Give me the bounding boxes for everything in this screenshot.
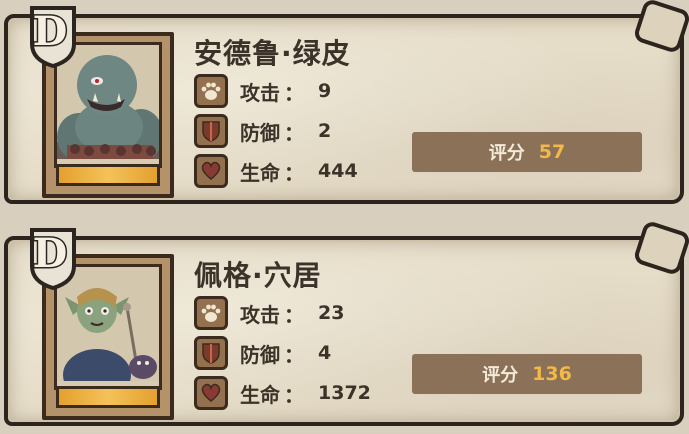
- stat-attack: 攻击 ： 9: [194, 74, 331, 108]
- rank-badge: D: [26, 4, 80, 68]
- stat-colon: ：: [284, 160, 304, 185]
- score-value: 136: [532, 363, 572, 385]
- shield-icon: [194, 336, 228, 370]
- rank-letter: D: [31, 229, 69, 279]
- score-label: 评分: [482, 365, 519, 386]
- stat-defense: 防御 ： 4: [194, 336, 331, 370]
- hero-card[interactable]: D 安德鲁·绿皮 攻击 ： 9 防御 ： 2 生命 ： 444 评分 57: [4, 0, 689, 204]
- stat-attack: 攻击 ： 23: [194, 296, 344, 330]
- stat-value: 444: [318, 160, 358, 182]
- stat-health: 生命 ： 444: [194, 154, 358, 188]
- stat-value: 1372: [318, 382, 371, 404]
- portrait-rarity-bar: [56, 164, 160, 186]
- stat-colon: ：: [284, 302, 304, 327]
- heart-icon: [194, 154, 228, 188]
- paw-icon: [194, 296, 228, 330]
- portrait-rarity-bar: [56, 386, 160, 408]
- shield-icon: [194, 114, 228, 148]
- stat-label: 攻击: [240, 302, 280, 327]
- stat-label: 防御: [240, 120, 280, 145]
- rank-letter: D: [31, 7, 69, 57]
- stat-health: 生命 ： 1372: [194, 376, 371, 410]
- hero-name: 安德鲁·绿皮: [194, 37, 351, 70]
- score-bar: 评分 57: [412, 132, 642, 172]
- hero-name: 佩格·穴居: [194, 259, 322, 292]
- hero-card[interactable]: D 佩格·穴居 攻击 ： 23 防御 ： 4 生命 ： 1372 评分 136: [4, 219, 689, 426]
- stat-value: 2: [318, 120, 332, 142]
- stat-defense: 防御 ： 2: [194, 114, 331, 148]
- stat-value: 4: [318, 342, 332, 364]
- score-value: 57: [538, 141, 566, 163]
- score-label: 评分: [488, 143, 525, 164]
- paw-icon: [194, 74, 228, 108]
- stat-colon: ：: [284, 342, 304, 367]
- stat-value: 9: [318, 80, 332, 102]
- stat-value: 23: [318, 302, 345, 324]
- stat-label: 防御: [240, 342, 280, 367]
- stat-colon: ：: [284, 120, 304, 145]
- stat-colon: ：: [284, 382, 304, 407]
- rank-badge: D: [26, 226, 80, 290]
- heart-icon: [194, 376, 228, 410]
- stat-label: 生命: [240, 160, 280, 185]
- stat-label: 生命: [240, 382, 280, 407]
- score-bar: 评分 136: [412, 354, 642, 394]
- stat-colon: ：: [284, 80, 304, 105]
- stat-label: 攻击: [240, 80, 280, 105]
